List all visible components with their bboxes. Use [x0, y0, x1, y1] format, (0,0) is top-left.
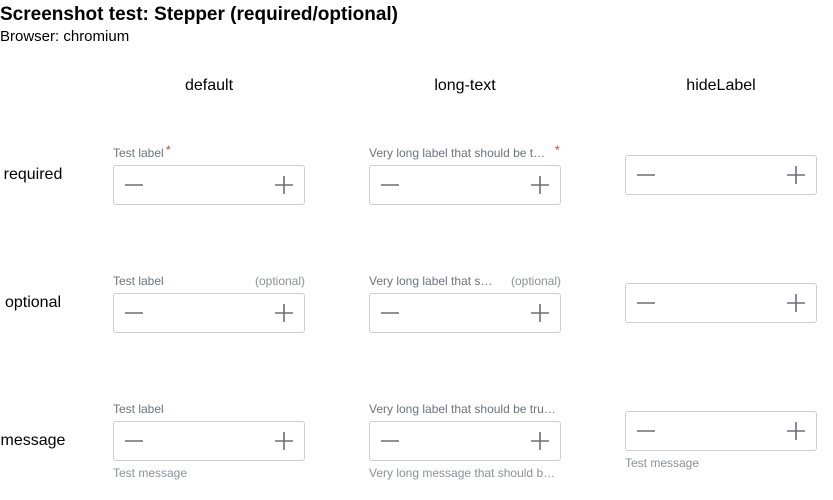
stepper-field[interactable]	[625, 155, 817, 195]
required-asterisk: *	[555, 143, 560, 157]
stepper-field[interactable]	[369, 421, 561, 461]
stepper-label-row: Very long label that s… (optional)	[369, 274, 561, 288]
browser-info: Browser: chromium	[0, 28, 130, 45]
increment-button[interactable]	[274, 431, 294, 451]
stepper-field[interactable]	[369, 293, 561, 333]
minus-icon	[381, 312, 399, 314]
required-asterisk: *	[166, 143, 171, 157]
stepper-label-row: Very long label that should be tru…	[369, 402, 561, 416]
page-title: Screenshot test: Stepper (required/optio…	[0, 4, 398, 25]
column-header-long-text: long-text	[434, 77, 496, 94]
stepper-label-row: Very long label that should be t… *	[369, 143, 561, 160]
stepper-field[interactable]	[113, 293, 305, 333]
plus-icon	[275, 176, 293, 194]
increment-button[interactable]	[786, 165, 806, 185]
decrement-button[interactable]	[380, 303, 400, 323]
increment-button[interactable]	[530, 431, 550, 451]
stepper-field[interactable]	[625, 283, 817, 323]
increment-button[interactable]	[274, 303, 294, 323]
decrement-button[interactable]	[124, 303, 144, 323]
stepper-label-row: Test label (optional)	[113, 274, 305, 288]
increment-button[interactable]	[786, 293, 806, 313]
decrement-button[interactable]	[124, 175, 144, 195]
minus-icon	[125, 440, 143, 442]
optional-indicator: (optional)	[510, 274, 561, 288]
stepper-field[interactable]	[369, 165, 561, 205]
stepper-label-row: Test label	[113, 402, 305, 416]
stepper-optional-hidelabel	[625, 283, 817, 323]
plus-icon	[275, 432, 293, 450]
plus-icon	[787, 166, 805, 184]
stepper-message-long-text: Very long label that should be tru… Very…	[369, 402, 561, 480]
stepper-label-row: Test label *	[113, 143, 305, 160]
stepper-message: Very long message that should b…	[369, 466, 556, 480]
stepper-required-long-text: Very long label that should be t… *	[369, 143, 561, 205]
stepper-message: Test message	[625, 456, 700, 470]
stepper-message-default: Test label Test message	[113, 402, 305, 480]
minus-icon	[125, 312, 143, 314]
decrement-button[interactable]	[636, 421, 656, 441]
minus-icon	[125, 184, 143, 186]
increment-button[interactable]	[530, 303, 550, 323]
decrement-button[interactable]	[636, 165, 656, 185]
stepper-field[interactable]	[113, 165, 305, 205]
stepper-message-hidelabel: Test message	[625, 411, 817, 470]
plus-icon	[531, 176, 549, 194]
stepper-label: Very long label that s…	[369, 274, 493, 288]
plus-icon	[787, 422, 805, 440]
column-header-default: default	[184, 77, 234, 94]
decrement-button[interactable]	[380, 431, 400, 451]
decrement-button[interactable]	[380, 175, 400, 195]
plus-icon	[787, 294, 805, 312]
stepper-message: Test message	[113, 466, 188, 480]
minus-icon	[381, 440, 399, 442]
stepper-label: Test label	[113, 146, 164, 160]
minus-icon	[381, 184, 399, 186]
row-header-required: required	[3, 166, 63, 183]
minus-icon	[637, 302, 655, 304]
minus-icon	[637, 430, 655, 432]
optional-indicator: (optional)	[254, 274, 305, 288]
minus-icon	[637, 174, 655, 176]
stepper-optional-long-text: Very long label that s… (optional)	[369, 274, 561, 333]
stepper-field[interactable]	[113, 421, 305, 461]
decrement-button[interactable]	[124, 431, 144, 451]
row-header-message: message	[0, 432, 66, 449]
stepper-field[interactable]	[625, 411, 817, 451]
stepper-label: Test label	[113, 402, 164, 416]
increment-button[interactable]	[274, 175, 294, 195]
stepper-label: Very long label that should be t…	[369, 146, 546, 160]
increment-button[interactable]	[786, 421, 806, 441]
plus-icon	[275, 304, 293, 322]
stepper-required-hidelabel	[625, 155, 817, 195]
stepper-required-default: Test label *	[113, 143, 305, 205]
row-header-optional: optional	[4, 294, 62, 311]
plus-icon	[531, 304, 549, 322]
column-header-hidelabel: hideLabel	[686, 77, 756, 94]
stepper-label: Test label	[113, 274, 164, 288]
plus-icon	[531, 432, 549, 450]
stepper-label: Very long label that should be tru…	[369, 402, 556, 416]
stepper-optional-default: Test label (optional)	[113, 274, 305, 333]
increment-button[interactable]	[530, 175, 550, 195]
decrement-button[interactable]	[636, 293, 656, 313]
